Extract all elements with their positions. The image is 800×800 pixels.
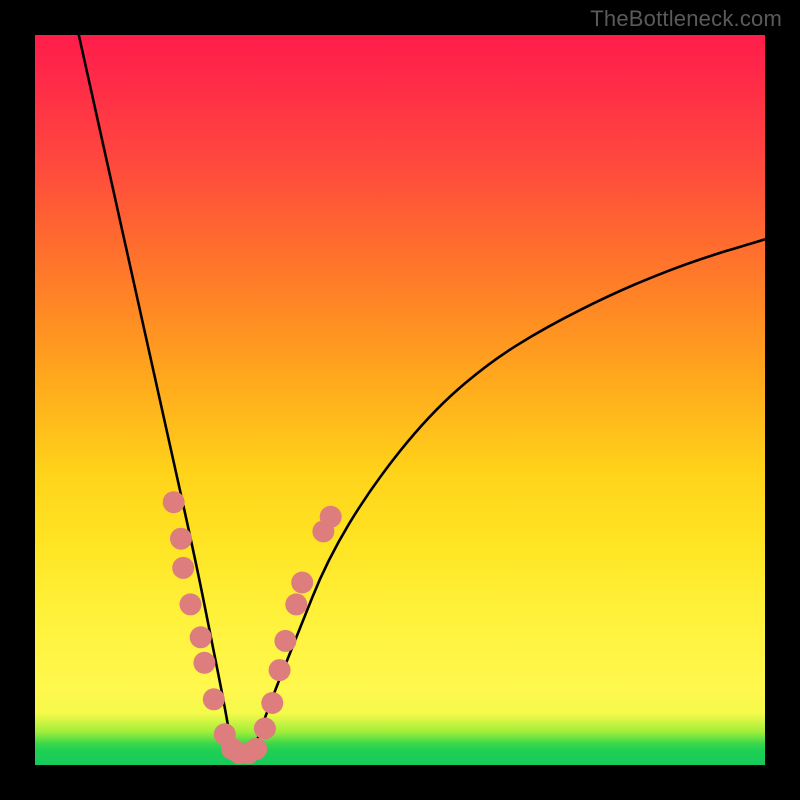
marker-dot xyxy=(180,593,202,615)
marker-dot xyxy=(291,572,313,594)
chart-svg xyxy=(35,35,765,765)
marker-dot xyxy=(245,738,267,760)
marker-dot xyxy=(203,688,225,710)
marker-dot xyxy=(320,506,342,528)
plot-area xyxy=(35,35,765,765)
watermark-text: TheBottleneck.com xyxy=(590,6,782,32)
marker-dot xyxy=(274,630,296,652)
chart-frame: TheBottleneck.com xyxy=(0,0,800,800)
marker-dot xyxy=(172,557,194,579)
marker-dot xyxy=(163,491,185,513)
marker-dot xyxy=(193,652,215,674)
marker-dot xyxy=(261,692,283,714)
marker-dot xyxy=(170,528,192,550)
marker-dot xyxy=(190,626,212,648)
marker-dot xyxy=(285,593,307,615)
marker-dot xyxy=(269,659,291,681)
curve-markers xyxy=(163,491,342,764)
marker-dot xyxy=(254,718,276,740)
bottleneck-curve xyxy=(79,35,765,761)
